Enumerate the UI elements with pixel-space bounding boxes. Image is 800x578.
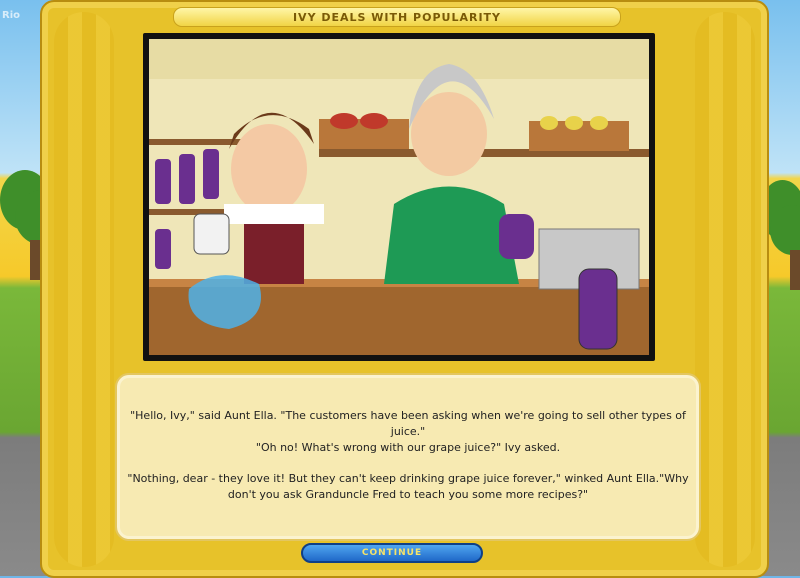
curtain-right bbox=[695, 12, 755, 567]
story-title: Ivy Deals With Popularity bbox=[292, 10, 502, 24]
illustration-art bbox=[149, 39, 649, 355]
continue-label: Continue bbox=[361, 548, 423, 558]
story-illustration bbox=[143, 33, 655, 361]
continue-button[interactable]: Continue bbox=[301, 543, 483, 563]
story-paragraph: "Oh no! What's wrong with our grape juic… bbox=[255, 441, 561, 454]
story-dialog: "Hello, Ivy," said Aunt Ella. "The custo… bbox=[115, 373, 701, 541]
title-bar: Ivy Deals With Popularity bbox=[173, 7, 621, 27]
watermark-text: Rio bbox=[2, 10, 20, 21]
story-paragraph: "Hello, Ivy," said Aunt Ella. "The custo… bbox=[130, 409, 686, 438]
curtain-left bbox=[54, 12, 114, 567]
story-paragraph: "Nothing, dear - they love it! But they … bbox=[127, 472, 689, 501]
